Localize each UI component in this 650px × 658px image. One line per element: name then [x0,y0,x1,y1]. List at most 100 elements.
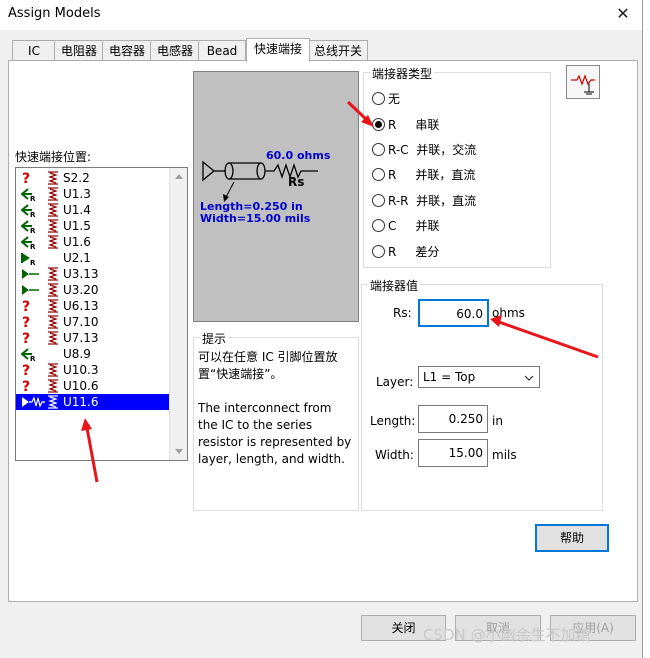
model-icon [46,395,60,409]
radio-none[interactable]: 无 [372,90,400,108]
close-window-icon[interactable]: ✕ [610,3,636,25]
list-item[interactable]: U3.20 [16,282,169,298]
model-icon [46,171,60,185]
rs-unit: ohms [492,306,525,320]
question-icon: ? [19,314,33,330]
radio-rr-parallel-dc[interactable]: R-R 并联，直流 [372,192,476,210]
model-icon [46,283,60,297]
svg-text:R: R [30,211,36,218]
length-label: Length: [370,414,416,428]
list-item[interactable]: ? U7.13 [16,330,169,346]
listbox-scrollbar[interactable] [169,168,187,460]
list-item-label: U1.6 [63,235,91,249]
model-icon [46,219,60,233]
terminator-values-title: 端接器值 [368,277,421,294]
list-item[interactable]: R U8.9 [16,346,169,362]
arrow-left-r-icon: R [19,202,36,218]
width-unit: mils [492,448,517,462]
radio-checked-icon[interactable] [372,118,385,131]
arrow-left-r-icon: R [19,186,36,202]
hint-text-en: The interconnect from the IC to the seri… [198,401,352,466]
list-item-label: U11.6 [63,395,99,409]
chevron-down-icon[interactable] [524,374,534,382]
list-item[interactable]: R U2.1 [16,250,169,266]
radio-circle-icon[interactable] [372,194,385,207]
arrow-left-r-icon: R [19,346,36,362]
model-icon [46,331,60,345]
radio-circle-icon[interactable] [372,168,385,181]
list-item-label: U1.3 [63,187,91,201]
preview-width: Width=15.00 mils [200,212,311,225]
tab-bus-switch[interactable]: 总线开关 [308,40,368,61]
arrow-right-r-icon: R [19,250,36,266]
radio-circle-icon[interactable] [372,143,385,156]
list-item-label: U3.13 [63,267,99,281]
list-item[interactable]: ? U6.13 [16,298,169,314]
list-item-label: U3.20 [63,283,99,297]
list-item[interactable]: ? U10.3 [16,362,169,378]
tab-ic[interactable]: IC [12,40,56,61]
list-item[interactable]: R U1.6 [16,234,169,250]
radio-circle-icon[interactable] [372,245,385,258]
tab-bead[interactable]: Bead [198,40,246,61]
help-button[interactable]: 帮助 [535,524,609,552]
tab-quick-terminator[interactable]: 快速端接 [246,38,310,62]
list-item-label: U10.3 [63,363,99,377]
radio-c-parallel[interactable]: C 并联 [372,217,439,235]
question-icon: ? [19,378,33,394]
radio-circle-icon[interactable] [372,92,385,105]
tab-resistor[interactable]: 电阻器 [54,40,104,61]
title-bar: Assign Models ✕ [0,0,642,30]
list-item[interactable]: ? U7.10 [16,314,169,330]
svg-text:?: ? [22,363,30,378]
list-item-label: U8.9 [63,347,91,361]
layer-select[interactable]: L1 = Top [418,366,540,388]
rs-input[interactable]: 60.0 [418,299,489,327]
hint-title: 提示 [200,330,229,347]
position-listbox[interactable]: ? S2.2 R U1.3 R U1.4 R U1.5 R U1.6 R U2.1 U3.13 U3.20… [15,167,188,461]
model-icon [46,203,60,217]
list-item[interactable]: R U1.4 [16,202,169,218]
radio-r-differential[interactable]: R 差分 [372,243,439,261]
width-input[interactable]: 15.00 [418,439,488,467]
rs-label: Rs: [393,306,412,320]
window-title: Assign Models [8,6,101,21]
model-icon [46,267,60,281]
driver-resistor-icon [19,394,45,410]
terminator-thumbnail-icon [566,65,600,99]
radio-r-parallel-dc[interactable]: R 并联，直流 [372,166,475,184]
list-item[interactable]: R U1.5 [16,218,169,234]
list-item[interactable]: ? U10.6 [16,378,169,394]
length-input[interactable]: 0.250 [418,405,488,433]
svg-text:?: ? [22,299,30,314]
question-icon: ? [19,362,33,378]
model-icon [46,363,60,377]
list-item-label: S2.2 [63,171,90,185]
assign-models-window: Assign Models ✕ IC 电阻器 电容器 电感器 Bead 快速端接… [0,0,643,658]
svg-text:R: R [30,195,36,202]
radio-circle-icon[interactable] [372,219,385,232]
radio-rc-parallel-ac[interactable]: R-C 并联，交流 [372,141,476,159]
tab-capacitor[interactable]: 电容器 [102,40,152,61]
question-icon: ? [19,298,33,314]
model-icon [46,187,60,201]
list-item[interactable]: U3.13 [16,266,169,282]
model-icon [46,315,60,329]
list-item[interactable]: ? S2.2 [16,170,169,186]
radio-r-series[interactable]: R 串联 [372,116,439,134]
list-item[interactable]: R U1.3 [16,186,169,202]
list-item-label: U2.1 [63,251,91,265]
svg-text:?: ? [22,171,30,186]
scroll-down-icon[interactable] [175,449,183,454]
question-icon: ? [19,330,33,346]
tab-inductor[interactable]: 电感器 [150,40,200,61]
scroll-up-icon[interactable] [175,174,183,179]
model-icon [46,235,60,249]
list-item-label: U7.13 [63,331,99,345]
list-item-label: U10.6 [63,379,99,393]
preview-resistor-label: Rs [288,175,305,189]
svg-text:R: R [30,243,36,250]
terminator-preview: 60.0 ohms Rs Length=0.250 in Width=15.00… [193,71,359,322]
list-item[interactable]: U11.6 [16,394,169,410]
model-icon [46,299,60,313]
